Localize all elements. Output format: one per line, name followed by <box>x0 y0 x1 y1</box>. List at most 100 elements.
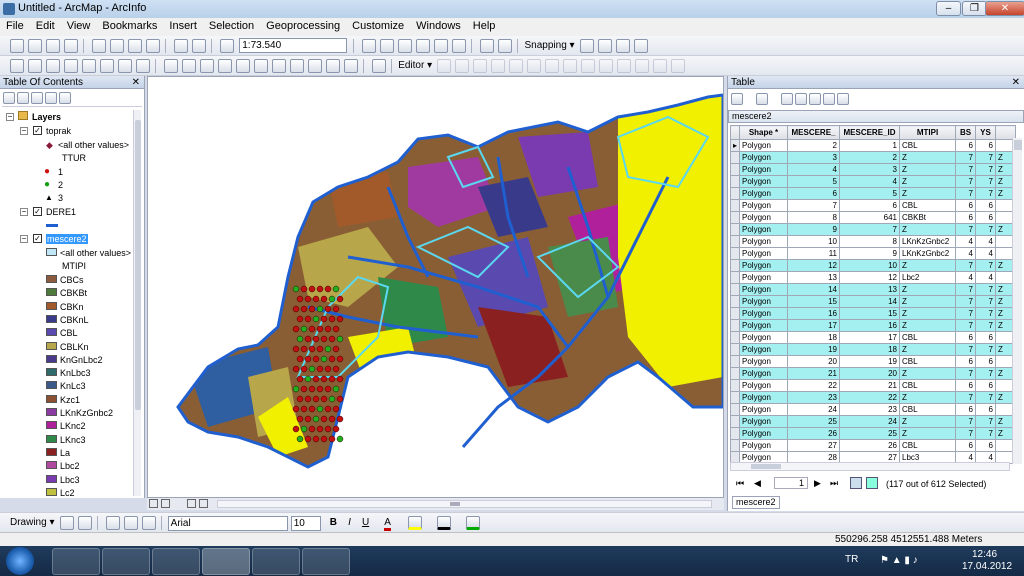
row-selector[interactable]: ▸ <box>730 139 740 152</box>
table-cell[interactable]: Polygon <box>739 391 788 404</box>
table-cell[interactable]: 7 <box>975 175 996 188</box>
table-cell[interactable]: 26 <box>787 427 840 440</box>
table-cell[interactable]: Lbc2 <box>899 271 956 284</box>
arctoolbox-icon[interactable] <box>434 39 449 53</box>
row-selector[interactable] <box>730 199 740 212</box>
table-cell[interactable]: 12 <box>787 259 840 272</box>
table-cell[interactable]: 7 <box>955 391 976 404</box>
media-player-taskbar-icon[interactable] <box>52 548 100 575</box>
marker-color-icon[interactable] <box>466 516 481 530</box>
minimize-button[interactable]: – <box>936 1 961 16</box>
previous-record-icon[interactable]: ◀ <box>754 478 761 489</box>
table-cell[interactable]: 7 <box>955 415 976 428</box>
search-window-icon[interactable] <box>416 39 431 53</box>
table-cell[interactable]: 7 <box>975 415 996 428</box>
clear-selection-icon[interactable] <box>182 59 197 73</box>
menu-customize[interactable]: Customize <box>346 18 410 32</box>
table-row[interactable]: Polygon 19 18 Z 7 7 Z <box>730 343 1016 356</box>
table-cell[interactable]: 21 <box>787 367 840 380</box>
table-cell[interactable]: 19 <box>839 355 900 368</box>
row-selector[interactable] <box>730 259 740 272</box>
row-selector[interactable] <box>730 331 740 344</box>
list-by-source-icon[interactable] <box>17 92 29 104</box>
restore-button[interactable]: ❐ <box>962 1 987 16</box>
table-cell[interactable]: 5 <box>787 175 840 188</box>
table-cell[interactable]: 7 <box>955 307 976 320</box>
options-icon[interactable] <box>59 92 71 104</box>
table-cell[interactable]: Polygon <box>739 271 788 284</box>
table-cell[interactable]: 7 <box>955 427 976 440</box>
row-selector[interactable] <box>730 343 740 356</box>
full-extent-icon[interactable] <box>64 59 78 73</box>
table-cell[interactable]: 7 <box>975 367 996 380</box>
list-by-drawing-order-icon[interactable] <box>3 92 15 104</box>
row-selector[interactable] <box>730 379 740 392</box>
table-cell[interactable]: Polygon <box>739 259 788 272</box>
table-cell[interactable]: 7 <box>955 259 976 272</box>
list-by-visibility-icon[interactable] <box>31 92 43 104</box>
fixed-zoom-in-icon[interactable] <box>82 59 96 73</box>
table-cell[interactable]: 9 <box>787 223 840 236</box>
show-all-records-icon[interactable] <box>850 477 862 489</box>
table-cell[interactable]: Polygon <box>739 415 788 428</box>
table-cell[interactable]: 6 <box>975 331 996 344</box>
table-cell[interactable]: 10 <box>787 235 840 248</box>
table-cell[interactable]: 4 <box>975 235 996 248</box>
column-header[interactable]: MESCERE_ <box>787 125 840 140</box>
table-cell[interactable]: 6 <box>955 211 976 224</box>
table-cell[interactable]: 23 <box>787 391 840 404</box>
column-header[interactable]: BS <box>955 125 976 140</box>
select-elements-icon[interactable] <box>200 59 215 73</box>
map-canvas[interactable] <box>148 77 725 497</box>
table-cell[interactable]: Z <box>899 391 956 404</box>
table-row[interactable]: Polygon 26 25 Z 7 7 Z <box>730 427 1016 440</box>
copy-icon[interactable] <box>110 39 125 53</box>
word-taskbar-icon[interactable] <box>302 548 350 575</box>
table-cell[interactable]: 6 <box>975 199 996 212</box>
table-cell[interactable]: 16 <box>787 307 840 320</box>
show-selected-records-icon[interactable] <box>866 477 878 489</box>
row-selector[interactable] <box>730 175 740 188</box>
menu-view[interactable]: View <box>61 18 97 32</box>
close-icon[interactable]: ✕ <box>1012 76 1020 89</box>
table-cell[interactable]: 4 <box>955 271 976 284</box>
table-cell[interactable]: Polygon <box>739 367 788 380</box>
table-cell[interactable]: 7 <box>975 259 996 272</box>
table-cell[interactable]: 4 <box>955 235 976 248</box>
bold-icon[interactable]: B <box>330 517 337 528</box>
attributes-icon[interactable] <box>635 59 650 73</box>
table-cell[interactable]: 7 <box>955 175 976 188</box>
table-cell[interactable]: 23 <box>839 403 900 416</box>
row-selector[interactable] <box>730 415 740 428</box>
table-cell[interactable]: 2 <box>839 151 900 164</box>
menu-edit[interactable]: Edit <box>30 18 61 32</box>
paste-icon[interactable] <box>128 39 143 53</box>
row-selector[interactable] <box>730 403 740 416</box>
table-cell[interactable]: Polygon <box>739 427 788 440</box>
edit-annotation-icon[interactable] <box>455 59 470 73</box>
table-cell[interactable]: 12 <box>839 271 900 284</box>
row-selector[interactable] <box>730 427 740 440</box>
table-row[interactable]: Polygon 5 4 Z 7 7 Z <box>730 175 1016 188</box>
table-cell[interactable]: Polygon <box>739 223 788 236</box>
table-cell[interactable]: Z <box>899 367 956 380</box>
table-row[interactable]: Polygon 12 10 Z 7 7 Z <box>730 259 1016 272</box>
point-snap-icon[interactable] <box>579 39 594 53</box>
menu-help[interactable]: Help <box>467 18 502 32</box>
menu-bookmarks[interactable]: Bookmarks <box>96 18 163 32</box>
create-viewer-icon[interactable] <box>372 59 387 73</box>
layer-dere1[interactable]: DERE1 <box>46 207 76 217</box>
table-cell[interactable]: Polygon <box>739 163 788 176</box>
time-slider-icon[interactable] <box>344 59 359 73</box>
refresh-icon[interactable] <box>187 499 196 508</box>
snapping-menu[interactable]: Snapping ▾ <box>525 40 575 51</box>
clock-time[interactable]: 12:46 <box>972 549 997 560</box>
map-scroll-thumb[interactable] <box>450 502 460 506</box>
table-cell[interactable]: 7 <box>955 343 976 356</box>
table-cell[interactable]: Z <box>899 151 956 164</box>
table-cell[interactable]: 7 <box>975 343 996 356</box>
table-row[interactable]: Polygon 16 15 Z 7 7 Z <box>730 307 1016 320</box>
table-cell[interactable]: 6 <box>975 355 996 368</box>
table-cell[interactable]: Z <box>899 259 956 272</box>
table-cell[interactable]: 6 <box>975 139 996 152</box>
